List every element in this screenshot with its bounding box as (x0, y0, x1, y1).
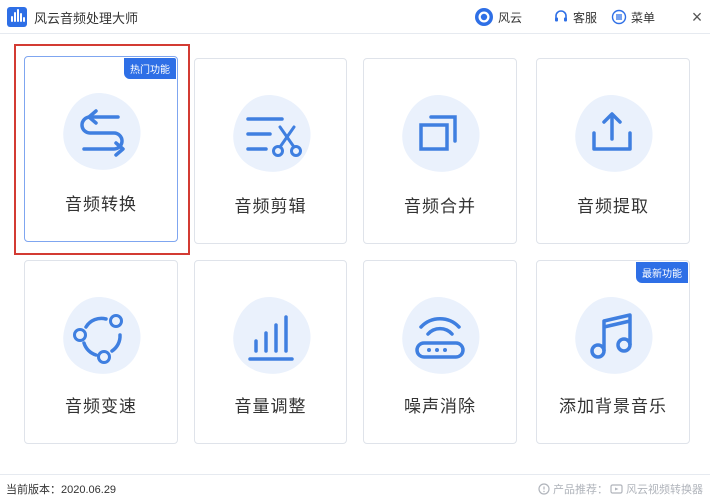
speed-circle-icon (56, 291, 146, 381)
card-add-bgm[interactable]: 添加背景音乐 最新功能 (536, 260, 690, 444)
version-text: 当前版本：2020.06.29 (6, 484, 117, 496)
music-note-icon (568, 291, 658, 381)
card-audio-cut[interactable]: 音频剪辑 (194, 58, 347, 244)
title-bar: 风云音频处理大师 风云 客服 菜单 × (0, 0, 710, 34)
fengyun-label: 风云 (498, 10, 523, 25)
customer-service-button[interactable]: 客服 (553, 0, 597, 34)
fengyun-button[interactable]: 风云 (474, 0, 522, 34)
noise-router-icon (395, 291, 485, 381)
customer-service-label: 客服 (573, 10, 598, 25)
card-audio-speed[interactable]: 音频变速 (24, 260, 178, 444)
recommend-label: 产品推荐： (553, 484, 608, 496)
video-converter-icon (610, 484, 623, 494)
headset-icon (555, 10, 567, 22)
new-feature-badge: 最新功能 (636, 262, 688, 283)
card-label: 音频提取 (577, 197, 649, 216)
product-recommend: 产品推荐： (538, 481, 608, 497)
menu-label: 菜单 (631, 10, 656, 25)
menu-button[interactable]: 菜单 (611, 0, 655, 34)
status-bar: 当前版本：2020.06.29 产品推荐： 风云视频转换器 (0, 474, 710, 500)
card-label: 音频变速 (65, 397, 137, 416)
card-label: 噪声消除 (404, 397, 476, 416)
recommend-product-link[interactable]: 风云视频转换器 (610, 481, 703, 497)
menu-icon (611, 9, 627, 25)
card-label: 音频合并 (404, 197, 476, 216)
selection-highlight-frame (14, 44, 190, 255)
card-label: 音量调整 (234, 397, 307, 416)
app-logo-icon (7, 7, 27, 27)
card-noise-removal[interactable]: 噪声消除 (363, 260, 517, 444)
card-volume-adjust[interactable]: 音量调整 (194, 260, 347, 444)
recommend-icon (538, 483, 550, 495)
app-title: 风云音频处理大师 (34, 11, 139, 26)
card-label: 音频剪辑 (234, 197, 307, 216)
card-audio-extract[interactable]: 音频提取 (536, 58, 690, 244)
merge-squares-icon (395, 89, 485, 179)
upload-tray-icon (568, 89, 658, 179)
recommend-product-label: 风云视频转换器 (626, 484, 703, 496)
scissors-icon (226, 89, 316, 179)
close-icon: × (691, 6, 703, 27)
fengyun-logo-icon (475, 8, 493, 26)
close-button[interactable]: × (688, 0, 706, 34)
card-audio-merge[interactable]: 音频合并 (363, 58, 517, 244)
volume-bars-icon (226, 291, 316, 381)
card-label: 添加背景音乐 (559, 397, 667, 416)
